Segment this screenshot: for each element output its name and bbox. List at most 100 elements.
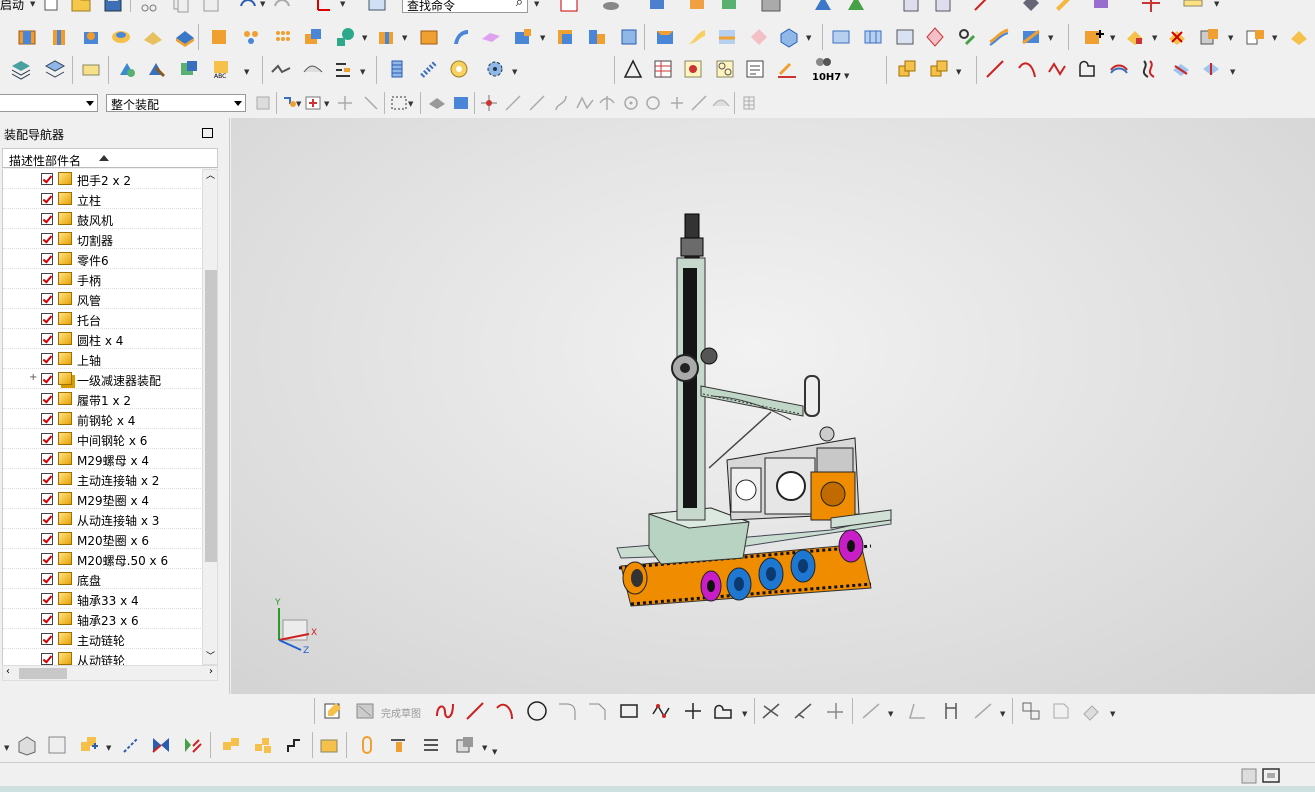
- layer-settings-icon[interactable]: [10, 58, 32, 80]
- mate-component-icon[interactable]: [1244, 26, 1266, 48]
- sketch-line-icon[interactable]: [464, 700, 486, 722]
- spring-icon[interactable]: [418, 58, 440, 80]
- sketch-shape-icon[interactable]: [1076, 58, 1098, 80]
- vertical-scroll-thumb[interactable]: [205, 270, 217, 562]
- auto-constrain-icon[interactable]: [1050, 700, 1072, 722]
- save-icon[interactable]: [102, 0, 124, 14]
- assembly-model[interactable]: [231, 118, 1315, 694]
- visibility-checkbox[interactable]: [41, 173, 53, 185]
- profile-icon[interactable]: [434, 700, 456, 722]
- wcs-icon[interactable]: [970, 0, 992, 14]
- thicken-icon[interactable]: [586, 26, 608, 48]
- exploded-view-icon[interactable]: [46, 734, 68, 756]
- report-icon[interactable]: [900, 0, 922, 14]
- scroll-right-icon[interactable]: ›: [209, 666, 213, 677]
- constraint-icon[interactable]: [906, 700, 928, 722]
- point-constructor-icon[interactable]: [302, 92, 324, 114]
- surface-icon[interactable]: [302, 58, 324, 80]
- face-blend-icon[interactable]: [654, 26, 676, 48]
- law-extension-icon[interactable]: [956, 26, 978, 48]
- visibility-checkbox[interactable]: [41, 473, 53, 485]
- visibility-checkbox[interactable]: [41, 293, 53, 305]
- display-icon[interactable]: [718, 0, 740, 14]
- selection-scope-combo[interactable]: 整个装配: [106, 94, 246, 112]
- sew-icon[interactable]: [618, 26, 640, 48]
- scroll-down-icon[interactable]: ﹀: [206, 649, 215, 662]
- snap-line-icon[interactable]: [502, 92, 524, 114]
- trim-body-icon[interactable]: [376, 26, 398, 48]
- route-icon[interactable]: [420, 734, 442, 756]
- reference-set-icon[interactable]: [220, 734, 242, 756]
- move-component-icon[interactable]: [1288, 26, 1310, 48]
- weld-point-icon[interactable]: [928, 58, 950, 80]
- assembly-filter-icon[interactable]: [252, 92, 274, 114]
- visibility-checkbox[interactable]: [41, 433, 53, 445]
- visibility-checkbox[interactable]: [41, 493, 53, 505]
- snap-end-icon[interactable]: [334, 92, 356, 114]
- offset-curve-icon[interactable]: [1138, 58, 1160, 80]
- background-icon[interactable]: [760, 0, 782, 14]
- navigator-row[interactable]: 圆柱 x 4: [3, 329, 202, 349]
- n-sided-icon[interactable]: [862, 26, 884, 48]
- view-orient-icon[interactable]: [646, 0, 668, 14]
- combine-icon[interactable]: [302, 26, 324, 48]
- visibility-checkbox[interactable]: [41, 533, 53, 545]
- geometric-constraint-icon[interactable]: [972, 700, 994, 722]
- studio-surface-icon[interactable]: [830, 26, 852, 48]
- visibility-checkbox[interactable]: [41, 453, 53, 465]
- chamfer-sketch-icon[interactable]: [586, 700, 608, 722]
- selection-icon[interactable]: [1238, 765, 1260, 787]
- quick-pick-icon[interactable]: [558, 0, 580, 14]
- visibility-checkbox[interactable]: [41, 653, 53, 665]
- attach-icon[interactable]: [388, 734, 410, 756]
- snap-on-curve-icon[interactable]: [688, 92, 710, 114]
- rectangle-select-icon[interactable]: [388, 92, 410, 114]
- extend-sheet-icon[interactable]: [924, 26, 946, 48]
- snap-tangent-icon[interactable]: [596, 92, 618, 114]
- type-filter-combo[interactable]: [0, 94, 98, 112]
- navigator-row[interactable]: 从动链轮: [3, 649, 202, 665]
- navigator-row[interactable]: M20垫圈 x 6: [3, 529, 202, 549]
- navigator-row[interactable]: 把手2 x 2: [3, 169, 202, 189]
- thread-icon[interactable]: [386, 58, 408, 80]
- offset-face-icon[interactable]: [554, 26, 576, 48]
- navigator-row[interactable]: 主动连接轴 x 2: [3, 469, 202, 489]
- navigator-row[interactable]: 主动链轮: [3, 629, 202, 649]
- visibility-checkbox[interactable]: [41, 553, 53, 565]
- column-header[interactable]: 描述性部件名: [2, 148, 218, 168]
- navigator-row[interactable]: 零件6: [3, 249, 202, 269]
- navigator-row[interactable]: 鼓风机: [3, 209, 202, 229]
- select-face-icon[interactable]: [426, 92, 448, 114]
- sequence-icon[interactable]: [252, 734, 274, 756]
- add-component-icon[interactable]: [1082, 26, 1104, 48]
- start-menu-label[interactable]: 启动: [0, 0, 24, 13]
- navigator-row[interactable]: 托台: [3, 309, 202, 329]
- csys-icon[interactable]: [312, 0, 334, 14]
- visibility-checkbox[interactable]: [41, 273, 53, 285]
- navigator-row[interactable]: 履带1 x 2: [3, 389, 202, 409]
- snap-quadrant-icon[interactable]: [642, 92, 664, 114]
- navigator-row[interactable]: 立柱: [3, 189, 202, 209]
- show-constraints-icon[interactable]: [1020, 700, 1042, 722]
- layer-visible-icon[interactable]: [44, 58, 66, 80]
- bearing-icon[interactable]: [448, 58, 470, 80]
- snap-icon[interactable]: [1020, 0, 1042, 14]
- edit-object-icon[interactable]: [1052, 0, 1074, 14]
- snap-center-icon[interactable]: [620, 92, 642, 114]
- helix-icon[interactable]: [1108, 58, 1130, 80]
- hole-icon[interactable]: [142, 26, 164, 48]
- shade-edges-icon[interactable]: [600, 0, 622, 14]
- undo-icon[interactable]: [236, 0, 258, 14]
- trim-sheet-icon[interactable]: [894, 26, 916, 48]
- scroll-up-icon[interactable]: ︿: [206, 168, 215, 181]
- visibility-checkbox[interactable]: [41, 593, 53, 605]
- feature-curve-icon[interactable]: [270, 58, 292, 80]
- wave-link-icon[interactable]: [182, 734, 204, 756]
- visibility-checkbox[interactable]: [41, 513, 53, 525]
- swept-icon[interactable]: [686, 26, 708, 48]
- replace-component-icon[interactable]: [1198, 26, 1220, 48]
- navigator-row[interactable]: 底盘: [3, 569, 202, 589]
- start-dropdown-icon[interactable]: ▼: [30, 0, 35, 8]
- visibility-checkbox[interactable]: [41, 213, 53, 225]
- scroll-left-icon[interactable]: ‹: [6, 666, 10, 677]
